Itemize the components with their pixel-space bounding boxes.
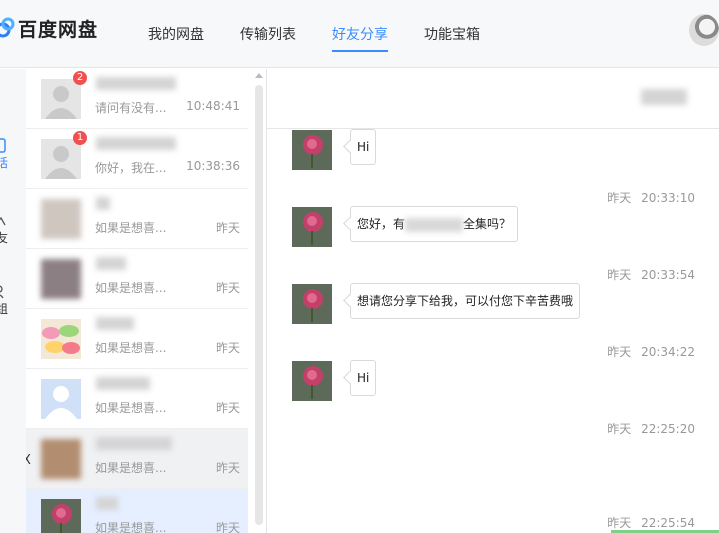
message-bubble: Hi [350,360,377,396]
message-time: 10:38:36 [186,159,240,173]
rail-item-friends[interactable]: 友 [0,195,26,265]
message-timestamp: 昨天 20:34:22 [607,345,695,359]
message-preview: 请问有没有... [95,101,167,115]
rail-item-groups[interactable]: 组 [0,265,26,335]
message-bubble: 您好，有 全集吗？ [350,206,519,242]
conversation-item[interactable]: 如果是想喜... 昨天 [26,369,248,429]
conversation-item-selected[interactable]: 如果是想喜... 昨天 [26,489,248,533]
group-icon [0,284,4,298]
message-timestamp: 昨天 20:33:10 [607,191,695,205]
conversation-item[interactable]: 如果是想喜... 昨天 [26,249,248,309]
rail-label-chat: 话 [0,155,9,170]
tab-transfer-list[interactable]: 传输列表 [222,0,314,68]
baidu-netdisk-window: 百度网盘 我的网盘 传输列表 好友分享 功能宝箱 话 友 组 2 请问有没有..… [0,0,719,533]
app-name: 百度网盘 [18,18,99,41]
message-timestamp: 昨天 22:25:54 [607,516,695,530]
unread-badge: 1 [73,131,87,145]
tab-toolbox[interactable]: 功能宝箱 [406,0,498,68]
cloud-logo-icon [0,17,16,39]
contact-name-redacted [96,437,172,450]
message-text-part: 您好，有 [357,217,406,231]
scroll-up-arrow-icon[interactable] [255,73,263,78]
message-preview: 如果是想喜... [95,521,167,533]
message-text-part: 全集吗？ [463,217,512,231]
message-timestamp: 昨天 22:25:20 [607,422,695,436]
scroll-thumb[interactable] [255,85,263,525]
default-avatar [41,379,81,419]
contact-name-redacted [96,377,150,390]
message-time: 昨天 [215,401,240,415]
message-preview: 如果是想喜... [95,221,167,235]
sender-avatar [292,361,332,401]
user-avatar[interactable] [689,14,719,46]
contact-avatar [41,439,81,479]
contact-name-redacted [96,257,126,270]
message-time: 昨天 [215,521,240,533]
main-nav: 我的网盘 传输列表 好友分享 功能宝箱 [130,0,498,68]
sender-avatar [292,284,332,324]
default-avatar [41,139,81,179]
left-rail: 话 友 组 [0,69,26,533]
top-header: 百度网盘 我的网盘 传输列表 好友分享 功能宝箱 [0,0,719,68]
macaron-avatar [41,319,81,359]
contact-name-redacted [96,497,118,510]
chat-icon [0,137,6,153]
message-preview: 如果是想喜... [95,461,167,475]
contact-name-redacted [96,317,134,330]
contact-name-redacted [96,137,176,150]
message-timestamp: 昨天 20:33:54 [607,268,695,282]
contact-name-redacted [96,197,110,210]
message-preview: 如果是想喜... [95,341,167,355]
rail-item-chat[interactable]: 话 [0,119,26,189]
chat-title-redacted [641,89,687,105]
contact-name-redacted [96,77,176,90]
message-time: 昨天 [215,461,240,475]
app-logo[interactable]: 百度网盘 [0,14,98,42]
message-preview: 如果是想喜... [95,401,167,415]
rail-label-groups: 组 [0,301,9,316]
contact-avatar [41,199,81,239]
message-time: 昨天 [215,221,240,235]
rose-avatar [41,499,81,533]
message-time: 昨天 [215,281,240,295]
sender-avatar [292,130,332,170]
contact-avatar [41,259,81,299]
redacted-title [405,217,464,232]
tab-my-disk[interactable]: 我的网盘 [130,0,222,68]
conversation-item[interactable]: 2 请问有没有... 10:48:41 [26,69,248,129]
tab-friend-share[interactable]: 好友分享 [314,0,406,68]
message-time: 10:48:41 [186,99,240,113]
message-time: 昨天 [215,341,240,355]
message-bubble: Hi [350,129,377,165]
message-preview: 如果是想喜... [95,281,167,295]
rail-label-friends: 友 [0,230,9,245]
conversation-item[interactable]: 1 你好，我在... 10:38:36 [26,129,248,189]
chat-header [267,69,719,129]
list-scrollbar[interactable] [251,69,266,533]
chat-panel: Hi 昨天 20:33:10 您好，有 全集吗？ 昨天 20:33:54 想请您分… [267,69,719,533]
message-preview: 你好，我在... [95,161,167,175]
close-conversation-button[interactable]: X [26,453,31,468]
conversation-item[interactable]: X 如果是想喜... 昨天 [26,429,248,489]
conversation-list: 2 请问有没有... 10:48:41 1 你好，我在... 10:38:36 … [26,69,267,533]
conversation-item[interactable]: 如果是想喜... 昨天 [26,309,248,369]
conversation-item[interactable]: 如果是想喜... 昨天 [26,189,248,249]
unread-badge: 2 [73,71,87,85]
message-bubble: 想请您分享下给我，可以付您下辛苦费哦 [350,283,581,319]
default-avatar [41,79,81,119]
sender-avatar [292,207,332,247]
friend-icon [0,216,6,225]
